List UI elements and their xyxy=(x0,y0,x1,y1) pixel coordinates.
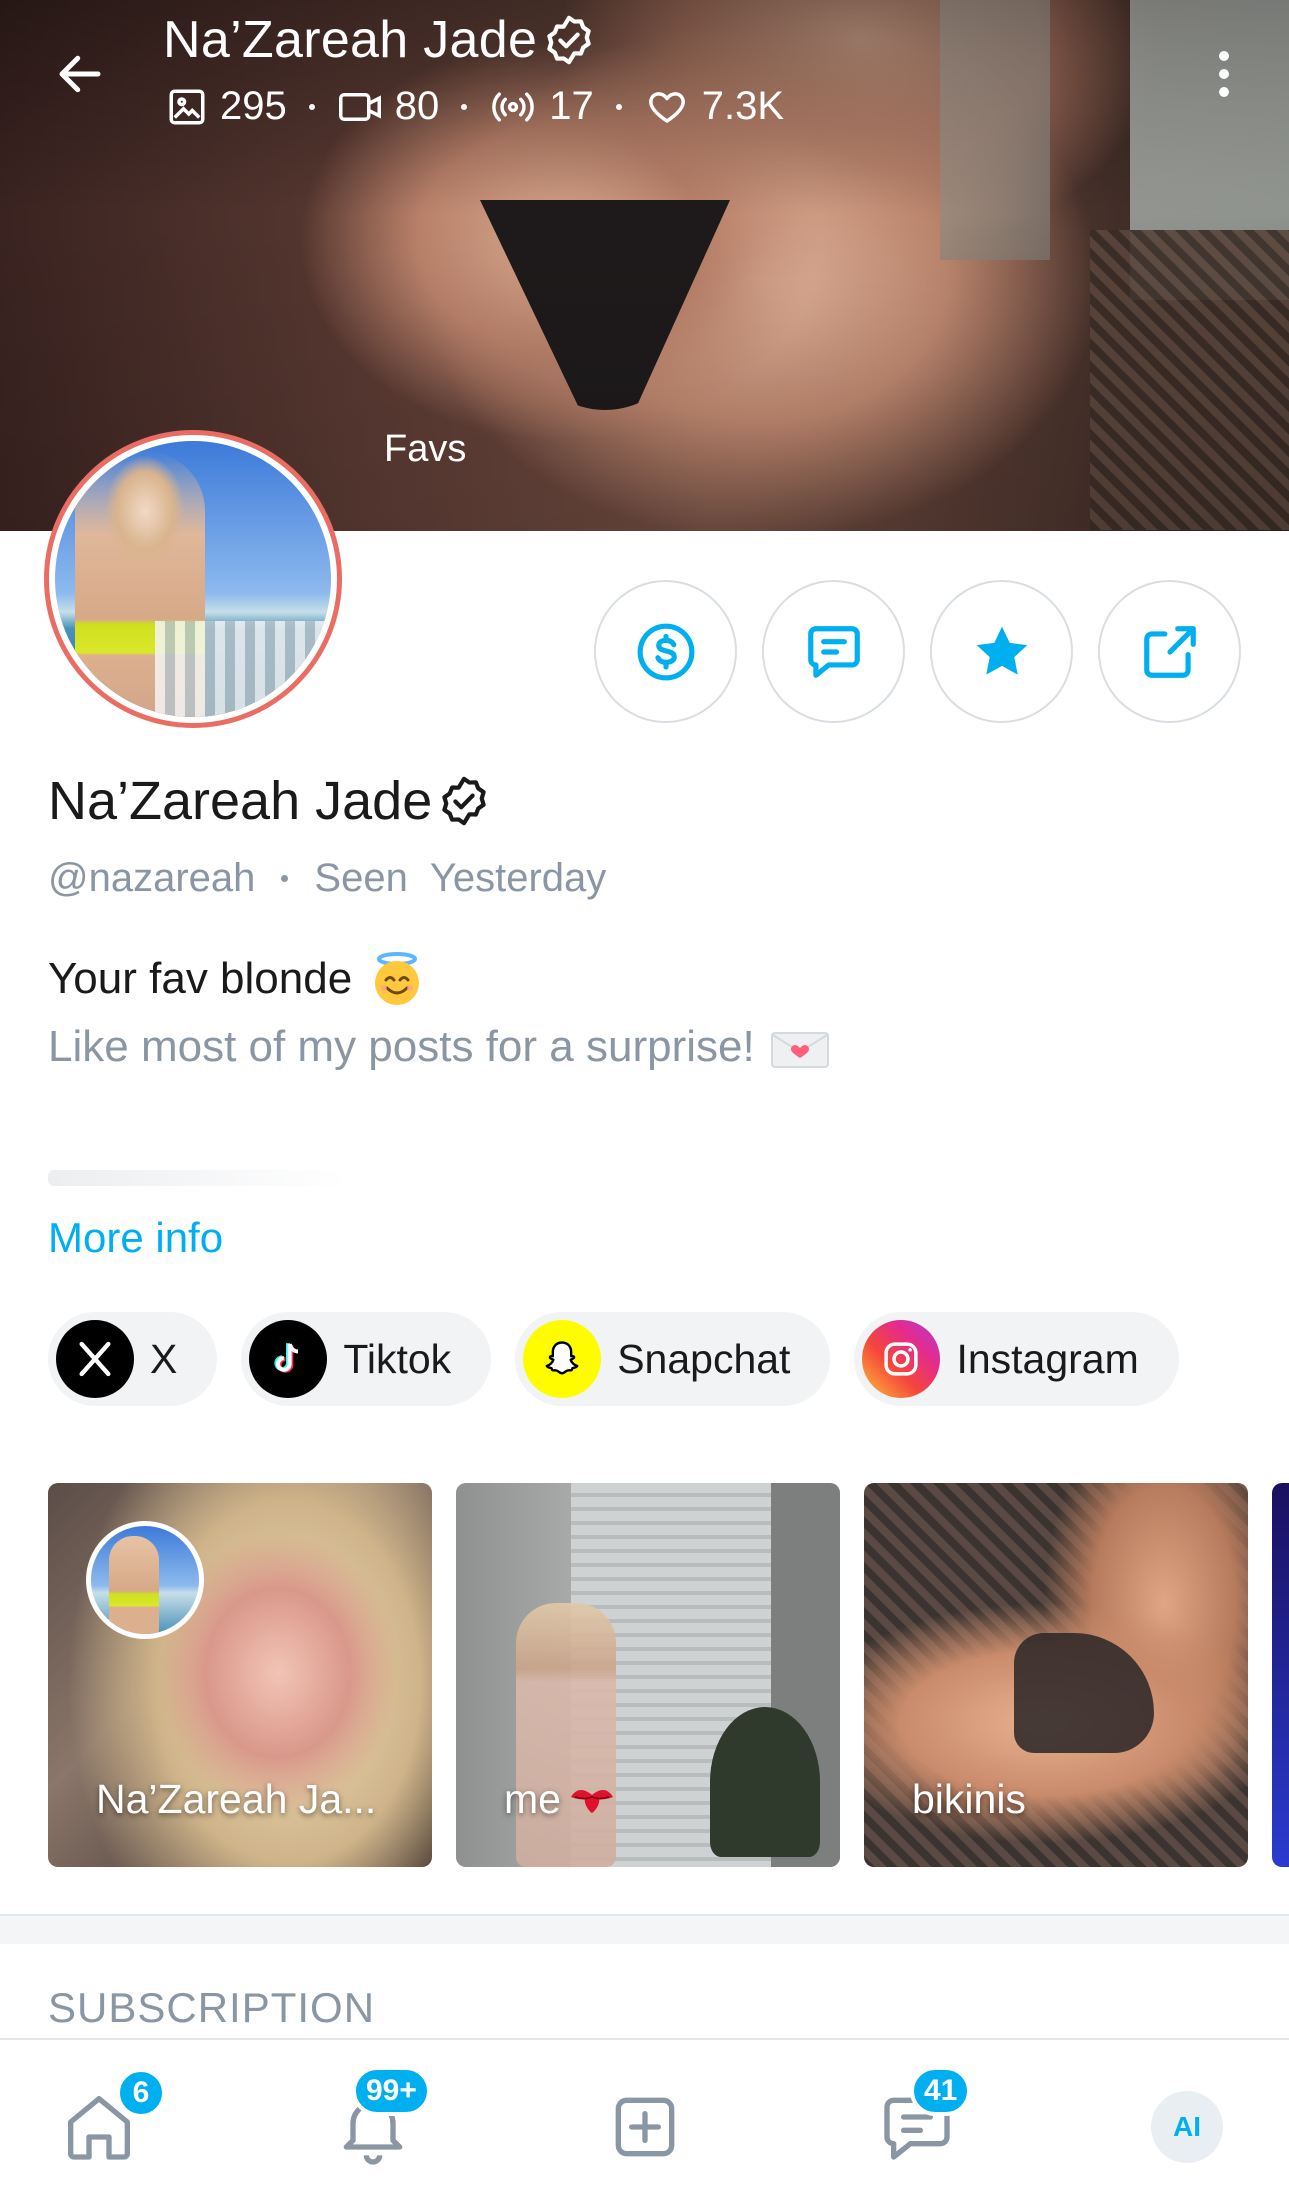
nav-home[interactable]: 6 xyxy=(54,2068,166,2172)
social-link-snapchat[interactable]: Snapchat xyxy=(515,1312,831,1406)
share-button[interactable] xyxy=(1098,580,1241,723)
more-info-link[interactable]: More info xyxy=(48,1214,223,1262)
highlight-item[interactable]: bikinis xyxy=(864,1483,1248,1867)
chat-icon xyxy=(807,625,860,678)
profile-name: Na’Zareah Jade xyxy=(48,770,492,832)
nav-ai-assistant[interactable]: AI xyxy=(1142,2082,1232,2172)
social-link-label: X xyxy=(150,1335,178,1382)
bio-line-2-text: Like most of my posts for a surprise! xyxy=(48,1022,755,1071)
nav-notifications[interactable]: 99+ xyxy=(328,2066,431,2172)
highlight-item[interactable]: Na’Zareah Ja... xyxy=(48,1483,432,1867)
home-badge: 6 xyxy=(116,2068,166,2118)
highlight-label: me xyxy=(504,1776,561,1822)
love-letter-emoji-icon xyxy=(770,1029,829,1068)
social-link-tiktok[interactable]: Tiktok xyxy=(241,1312,492,1406)
likes-count[interactable]: 7.3K xyxy=(644,84,784,129)
streams-count[interactable]: 17 xyxy=(489,84,594,129)
bio-line-2: Like most of my posts for a surprise! xyxy=(48,1022,829,1072)
social-link-label: Snapchat xyxy=(617,1335,791,1382)
top-bar: Na’Zareah Jade 295 80 17 7.3K xyxy=(0,0,1289,160)
back-button[interactable] xyxy=(50,44,110,104)
seen-label: Seen xyxy=(314,856,408,900)
social-link-label: Instagram xyxy=(956,1335,1139,1382)
stats-separator xyxy=(461,103,468,110)
videos-count-value: 80 xyxy=(394,84,440,128)
more-vertical-icon-dot xyxy=(1219,87,1229,97)
truncated-text-fade xyxy=(48,1170,348,1186)
more-options-button[interactable] xyxy=(1206,44,1242,104)
stats-separator xyxy=(615,103,622,110)
highlight-item[interactable]: me xyxy=(456,1483,840,1867)
ai-assistant-button: AI xyxy=(1151,2091,1223,2163)
messages-badge: 41 xyxy=(910,2066,972,2116)
tiktok-icon xyxy=(249,1320,328,1398)
stats-separator xyxy=(308,103,315,110)
message-button[interactable] xyxy=(762,580,905,723)
video-icon xyxy=(338,92,381,121)
streams-count-value: 17 xyxy=(549,84,594,128)
kiss-mark-icon xyxy=(570,1789,613,1813)
cover-label: Favs xyxy=(384,428,467,470)
videos-count[interactable]: 80 xyxy=(337,84,440,129)
highlight-item-partial[interactable] xyxy=(1272,1483,1289,1867)
photos-count-value: 295 xyxy=(220,84,287,128)
likes-count-value: 7.3K xyxy=(701,84,785,128)
more-vertical-icon xyxy=(1219,51,1229,61)
profile-stats: 295 80 17 7.3K xyxy=(166,84,784,129)
heart-icon xyxy=(648,91,685,123)
social-link-label: Tiktok xyxy=(343,1335,452,1382)
bio-line-1-text: Your fav blonde xyxy=(48,954,353,1003)
bottom-nav: 6 99+ 41 AI xyxy=(0,2038,1289,2203)
nav-create-post[interactable] xyxy=(600,2082,690,2172)
snapchat-icon xyxy=(523,1320,602,1398)
smiling-halo-emoji-icon xyxy=(368,950,426,1008)
photos-count[interactable]: 295 xyxy=(166,84,287,129)
last-seen-value: Yesterday xyxy=(429,856,607,900)
profile-actions xyxy=(594,580,1241,723)
avatar-image xyxy=(55,441,331,717)
instagram-icon xyxy=(862,1320,941,1398)
notifications-badge: 99+ xyxy=(352,2066,431,2116)
verified-badge-icon xyxy=(547,15,591,65)
share-icon xyxy=(1143,625,1196,678)
nav-messages[interactable]: 41 xyxy=(872,2066,972,2172)
highlight-avatar xyxy=(86,1521,204,1639)
profile-name-text: Na’Zareah Jade xyxy=(48,771,433,831)
handle-separator xyxy=(281,875,289,882)
add-square-icon xyxy=(615,2097,675,2157)
handle-line: @nazareah Seen Yesterday xyxy=(48,856,606,901)
arrow-left-icon xyxy=(59,55,101,93)
username: @nazareah xyxy=(48,856,256,900)
x-logo-icon xyxy=(56,1320,134,1398)
header-title: Na’Zareah Jade xyxy=(163,10,597,70)
highlight-label-wrap: me xyxy=(504,1776,617,1823)
live-stream-icon xyxy=(492,91,535,122)
highlight-label: Na’Zareah Ja... xyxy=(96,1776,377,1822)
verified-badge-icon xyxy=(442,776,486,826)
highlight-label: bikinis xyxy=(912,1776,1026,1822)
image-icon xyxy=(169,89,205,124)
subscription-section-title: SUBSCRIPTION xyxy=(48,1984,376,2031)
send-tip-button[interactable] xyxy=(594,580,737,723)
dollar-coin-icon xyxy=(637,623,694,680)
bio-line-1: Your fav blonde xyxy=(48,950,426,1008)
header-name: Na’Zareah Jade xyxy=(163,11,538,69)
star-icon xyxy=(976,626,1027,675)
favorite-button[interactable] xyxy=(930,580,1073,723)
social-link-x[interactable]: X xyxy=(48,1312,218,1406)
more-vertical-icon-dot xyxy=(1219,69,1229,79)
avatar[interactable] xyxy=(44,430,342,728)
highlights-row: Na’Zareah Ja... me bikinis xyxy=(48,1483,1289,1867)
social-link-instagram[interactable]: Instagram xyxy=(854,1312,1179,1406)
section-divider xyxy=(0,1914,1289,1944)
social-links: X Tiktok Snapchat Instagram xyxy=(48,1312,1179,1406)
